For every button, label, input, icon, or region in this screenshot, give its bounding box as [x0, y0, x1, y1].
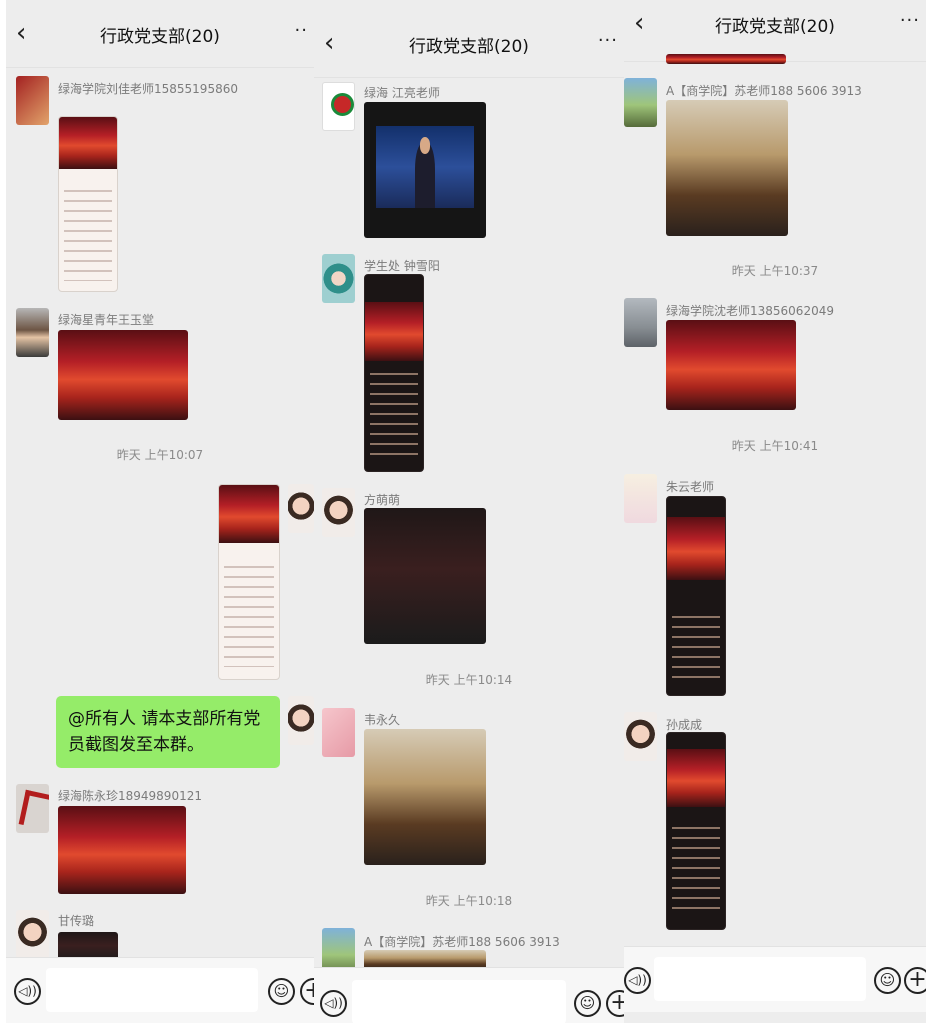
- image-message[interactable]: [666, 54, 786, 64]
- chat-title: 行政党支部(20): [715, 17, 835, 37]
- sender-name: A【商学院】苏老师188 5606 3913: [666, 84, 862, 98]
- avatar[interactable]: [288, 484, 314, 533]
- timestamp: 昨天 上午10:07: [116, 448, 204, 462]
- avatar[interactable]: [322, 488, 355, 537]
- image-message[interactable]: [666, 732, 726, 930]
- input-bar: ◁)) ☺ +: [314, 967, 624, 1023]
- chat-header: ‹ 行政党支部(20) ··: [6, 6, 314, 68]
- sender-name: 绿海学院沈老师13856062049: [666, 304, 834, 318]
- chat-panel-3: ‹ 行政党支部(20) ··· A【商学院】苏老师188 5606 3913 昨…: [624, 0, 926, 1023]
- sender-name: 韦永久: [364, 713, 401, 727]
- image-message[interactable]: [666, 496, 726, 696]
- avatar[interactable]: [624, 474, 657, 523]
- sender-name: 绿海 江亮老师: [364, 86, 440, 100]
- sender-name: 甘传璐: [58, 914, 95, 928]
- image-message[interactable]: [666, 320, 796, 410]
- chat-panel-1: ‹ 行政党支部(20) ·· 绿海学院刘佳老师15855195860 绿海星青年…: [6, 0, 314, 1023]
- message-input[interactable]: [654, 957, 866, 1001]
- more-icon[interactable]: ···: [900, 10, 920, 31]
- plus-icon[interactable]: +: [300, 978, 314, 1005]
- avatar[interactable]: [16, 308, 49, 357]
- plus-icon[interactable]: +: [904, 967, 926, 994]
- more-icon[interactable]: ··: [295, 20, 308, 41]
- sender-name: 绿海学院刘佳老师15855195860: [58, 82, 238, 96]
- chat-header: ‹ 行政党支部(20) ···: [624, 0, 926, 62]
- image-message[interactable]: [666, 100, 788, 236]
- avatar[interactable]: [322, 82, 355, 131]
- avatar[interactable]: [16, 784, 49, 833]
- sender-name: 方萌萌: [364, 493, 401, 507]
- emoji-icon[interactable]: ☺: [574, 990, 601, 1017]
- sender-name: 学生处 钟雪阳: [364, 259, 440, 273]
- image-message[interactable]: [364, 274, 424, 472]
- voice-icon[interactable]: ◁)): [320, 990, 347, 1017]
- image-message[interactable]: [58, 330, 188, 420]
- avatar[interactable]: [16, 76, 49, 125]
- avatar[interactable]: [322, 254, 355, 303]
- avatar[interactable]: [16, 910, 49, 959]
- chat-header: ‹ 行政党支部(20) ···: [314, 16, 624, 78]
- avatar[interactable]: [322, 708, 355, 757]
- chat-panel-2: ‹ 行政党支部(20) ··· 绿海 江亮老师 学生处 钟雪阳 方萌萌 昨天 上…: [314, 0, 624, 1023]
- sender-name: A【商学院】苏老师188 5606 3913: [364, 935, 560, 949]
- timestamp: 昨天 上午10:37: [731, 264, 819, 278]
- chat-title: 行政党支部(20): [100, 27, 220, 47]
- message-input[interactable]: [352, 980, 566, 1023]
- image-message[interactable]: [364, 508, 486, 644]
- emoji-icon[interactable]: ☺: [874, 967, 901, 994]
- more-icon[interactable]: ···: [598, 30, 618, 51]
- chat-title: 行政党支部(20): [409, 37, 529, 57]
- timestamp: 昨天 上午10:18: [425, 894, 513, 908]
- image-message[interactable]: [58, 116, 118, 292]
- sender-name: 绿海陈永珍18949890121: [58, 789, 202, 803]
- voice-icon[interactable]: ◁)): [14, 978, 41, 1005]
- sender-name: 孙成成: [666, 718, 703, 732]
- input-bar: ◁)) ☺ +: [6, 957, 314, 1023]
- timestamp: 昨天 上午10:14: [425, 673, 513, 687]
- input-bar: ◁)) ☺ +: [624, 946, 926, 1012]
- avatar[interactable]: [624, 298, 657, 347]
- message-input[interactable]: [46, 968, 258, 1012]
- avatar[interactable]: [624, 78, 657, 127]
- image-message[interactable]: [58, 806, 186, 894]
- timestamp: 昨天 上午10:41: [731, 439, 819, 453]
- image-message[interactable]: [364, 102, 486, 238]
- emoji-icon[interactable]: ☺: [268, 978, 295, 1005]
- sender-name: 绿海星青年王玉堂: [58, 313, 155, 327]
- text-message[interactable]: @所有人 请本支部所有党员截图发至本群。: [56, 696, 280, 768]
- sender-name: 朱云老师: [666, 480, 715, 494]
- voice-icon[interactable]: ◁)): [624, 967, 651, 994]
- image-message[interactable]: [218, 484, 280, 680]
- avatar[interactable]: [624, 712, 657, 761]
- image-message[interactable]: [364, 729, 486, 865]
- plus-icon[interactable]: +: [606, 990, 624, 1017]
- avatar[interactable]: [288, 696, 314, 745]
